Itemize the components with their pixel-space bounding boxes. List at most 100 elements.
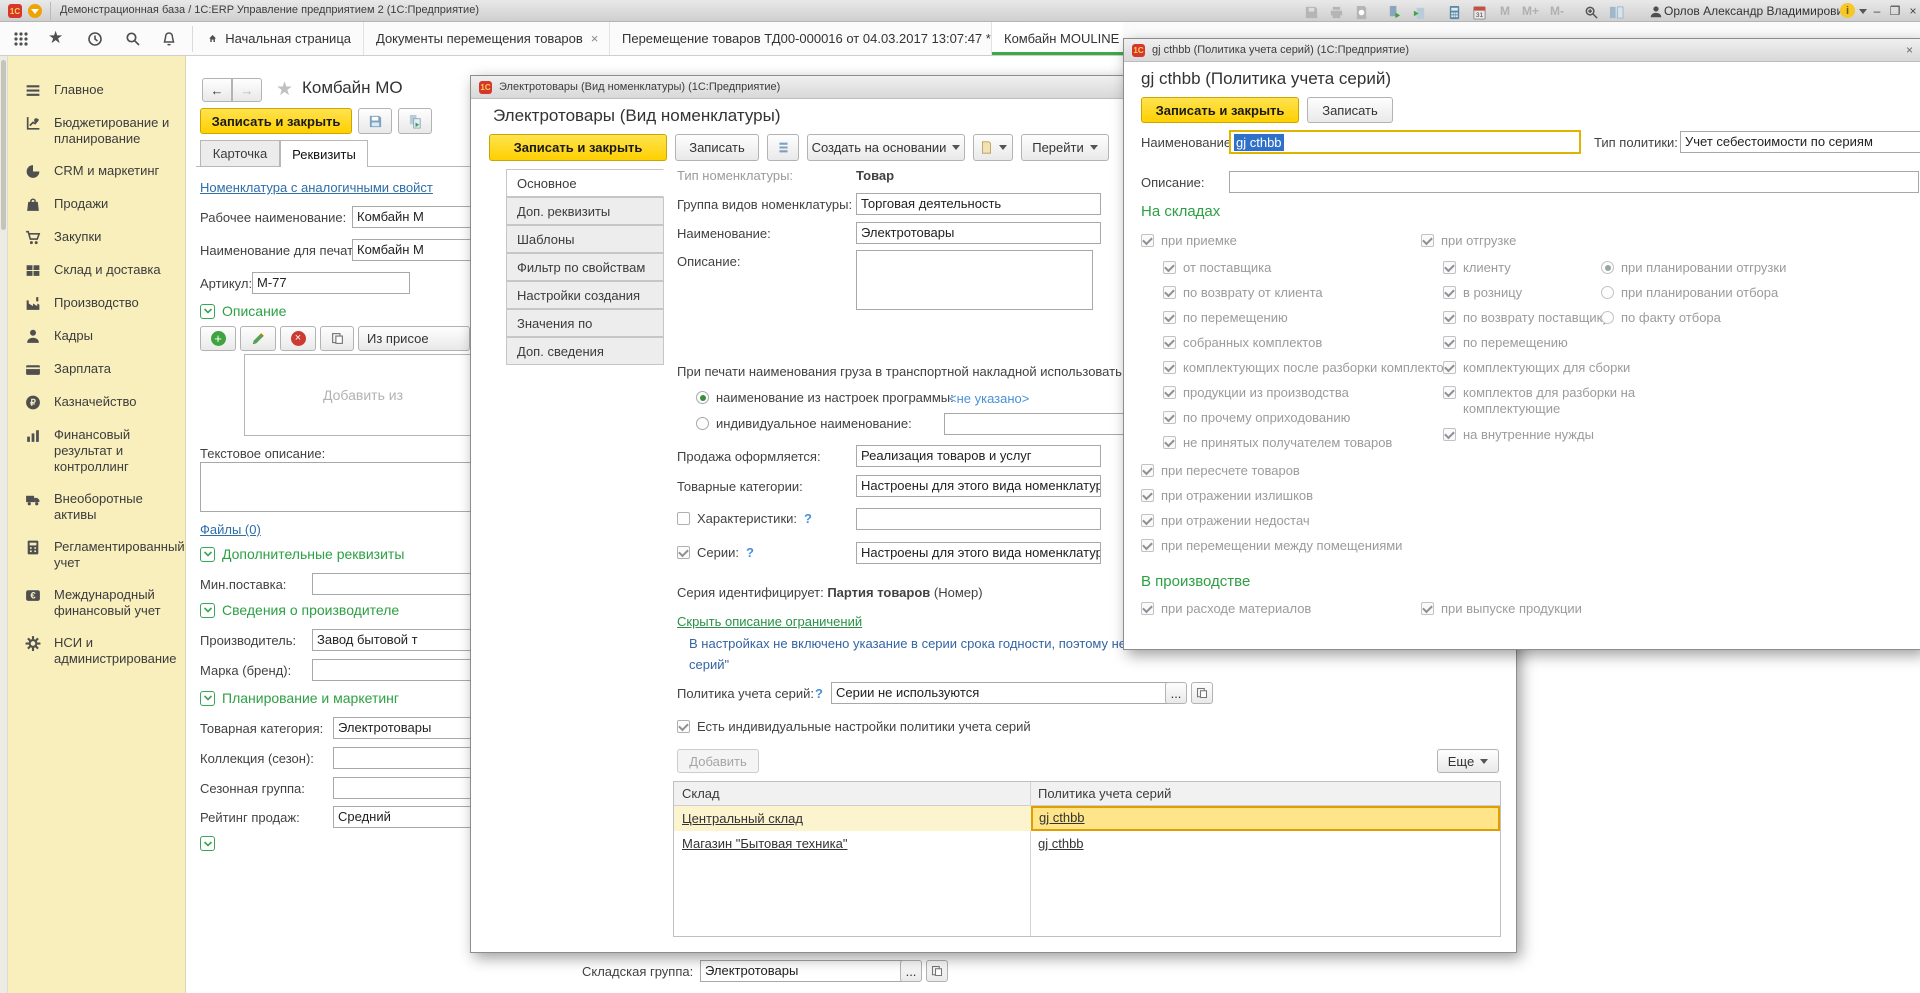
save-and-close-button[interactable]: Записать и закрыть (489, 134, 667, 161)
checkbox-by-transfer[interactable]: по перемещению (1163, 310, 1288, 325)
tab-goods-transfer-documents[interactable]: Документы перемещения товаров × (364, 22, 610, 55)
category-input[interactable]: Электротовары (333, 717, 480, 739)
split-view-icon[interactable] (1605, 0, 1627, 24)
checkbox-shortage-reflection[interactable]: при отражении недостач (1141, 513, 1310, 528)
sidebar-item-hr[interactable]: Кадры (8, 320, 186, 353)
checkbox-surplus-reflection[interactable]: при отражении излишков (1141, 488, 1313, 503)
sidebar-item-sales[interactable]: Продажи (8, 188, 186, 221)
series-input[interactable]: Настроены для этого вида номенклатуры (856, 542, 1101, 564)
tab-close-icon[interactable]: × (591, 31, 599, 46)
article-input[interactable]: М-77 (252, 272, 410, 294)
nav-item-property-filter[interactable]: Фильтр по свойствам (506, 253, 664, 281)
save-button[interactable] (358, 108, 392, 134)
save-and-close-button[interactable]: Записать и закрыть (1141, 97, 1299, 123)
checkbox-material-consumption[interactable]: при расходе материалов (1141, 601, 1311, 616)
checkbox-to-client[interactable]: клиенту (1443, 260, 1511, 275)
tab-card[interactable]: Карточка (200, 140, 280, 166)
print-name-input[interactable]: Комбайн М (352, 239, 478, 261)
files-link[interactable]: Файлы (0) (200, 522, 261, 537)
edit-image-button[interactable] (240, 326, 276, 351)
hide-restrictions-link[interactable]: Скрыть описание ограничений (677, 614, 862, 629)
create-based-on-button[interactable]: Создать на основании (807, 134, 965, 161)
checkbox-products-from-production[interactable]: продукции из производства (1163, 385, 1349, 400)
print-icon[interactable] (1325, 0, 1347, 24)
radio-program-name[interactable]: наименование из настроек программы: (696, 390, 954, 405)
policy-type-input[interactable]: Учет себестоимости по сериям (1680, 131, 1920, 153)
more-button[interactable]: Еще (1437, 749, 1499, 773)
from-attached-button[interactable]: Из присое (358, 326, 470, 351)
checkbox-goods-recount[interactable]: при пересчете товаров (1141, 463, 1300, 478)
not-specified-link[interactable]: <не указано> (949, 391, 1029, 406)
checkbox-return-from-client[interactable]: по возврату от клиента (1163, 285, 1323, 300)
favorite-star-icon[interactable]: ★ (276, 78, 293, 101)
tab-details[interactable]: Реквизиты (280, 140, 368, 167)
memory-mplus-button[interactable]: M+ (1522, 4, 1539, 18)
checkbox-on-shipment[interactable]: при отгрузке (1421, 233, 1516, 248)
sidebar-item-international-accounting[interactable]: € Международный финансовый учет (8, 579, 186, 627)
manufacturer-input[interactable]: Завод бытовой т (312, 629, 480, 651)
collection-input[interactable] (333, 747, 480, 769)
scrollbar-thumb[interactable] (1, 60, 6, 230)
goods-categories-input[interactable]: Настроены для этого вида номенклатуры (856, 475, 1101, 497)
column-header-warehouse[interactable]: Склад (682, 782, 720, 806)
tab-goods-transfer-td00-000016[interactable]: Перемещение товаров ТД00-000016 от 04.03… (610, 22, 992, 55)
series-policy-select-button[interactable]: ... (1165, 682, 1187, 704)
sidebar-item-warehouse[interactable]: Склад и доставка (8, 254, 186, 287)
sidebar-item-main[interactable]: Главное (8, 74, 186, 107)
zoom-icon[interactable] (1580, 0, 1602, 24)
delete-image-button[interactable]: × (280, 326, 316, 351)
help-icon[interactable]: ? (804, 511, 812, 526)
sidebar-item-crm[interactable]: CRM и маркетинг (8, 155, 186, 188)
radio-on-shipment-planning[interactable]: при планировании отгрузки (1601, 260, 1786, 275)
sales-rating-input[interactable]: Средний (333, 806, 480, 828)
memory-m-button[interactable]: M (1500, 4, 1510, 18)
paste-from-clipboard-icon[interactable] (1408, 0, 1430, 24)
forward-button[interactable]: → (232, 78, 262, 102)
checkbox-product-output[interactable]: при выпуске продукции (1421, 601, 1582, 616)
section-additional-attributes[interactable]: Дополнительные реквизиты (200, 546, 404, 562)
quick-menu-icon[interactable] (28, 4, 42, 18)
sidebar-item-production[interactable]: Производство (8, 287, 186, 320)
characteristics-input[interactable] (856, 508, 1101, 530)
radio-on-picking-fact[interactable]: по факту отбора (1601, 310, 1721, 325)
image-drop-area[interactable]: Добавить из (244, 354, 482, 436)
copy-image-button[interactable] (320, 326, 354, 351)
tools-menu-icon[interactable] (10, 27, 32, 51)
favorites-icon[interactable]: ★ (48, 28, 63, 48)
search-icon[interactable] (122, 27, 144, 51)
section-description[interactable]: Описание (200, 303, 286, 319)
help-icon[interactable]: ? (746, 545, 754, 560)
checkbox-transfer-between-premises[interactable]: при перемещении между помещениями (1141, 538, 1402, 553)
tab-kombain-mouline[interactable]: Комбайн MOULINE (992, 22, 1123, 55)
checkbox-return-to-supplier[interactable]: по возврату поставщику (1443, 310, 1609, 325)
sale-registered-input[interactable]: Реализация товаров и услуг (856, 445, 1101, 467)
warehouse-group-input[interactable]: Электротовары (700, 960, 906, 982)
policy-cell-link[interactable]: gj cthbb (1039, 810, 1085, 825)
brand-input[interactable] (312, 659, 480, 681)
save-and-close-button[interactable]: Записать и закрыть (200, 108, 352, 134)
min-supply-input[interactable] (312, 573, 480, 595)
sidebar-item-regulated-accounting[interactable]: Регламентированный учет (8, 531, 186, 579)
series-checkbox[interactable]: Серии: ? (677, 545, 754, 560)
checkbox-components-for-assembly[interactable]: комплектующих для сборки (1443, 360, 1630, 375)
policy-cell-link[interactable]: gj cthbb (1038, 831, 1084, 856)
checkbox-from-supplier[interactable]: от поставщика (1163, 260, 1271, 275)
name-input[interactable]: Электротовары (856, 222, 1101, 244)
warehouse-group-select-button[interactable]: ... (900, 960, 922, 982)
calculator-icon[interactable] (1443, 0, 1465, 24)
characteristics-checkbox[interactable]: Характеристики: ? (677, 511, 812, 526)
nav-item-name-templates[interactable]: Шаблоны наименований (506, 225, 664, 253)
checkbox-by-transfer-out[interactable]: по перемещению (1443, 335, 1568, 350)
add-image-button[interactable]: + (200, 326, 236, 351)
nav-item-additional-attributes[interactable]: Доп. реквизиты (506, 197, 664, 225)
name-input-focused[interactable]: gj cthbb (1229, 130, 1581, 154)
series-policy-open-button[interactable] (1191, 682, 1213, 704)
checkbox-retail[interactable]: в розницу (1443, 285, 1522, 300)
sidebar-item-treasury[interactable]: ₽ Казначейство (8, 386, 186, 419)
type-group-input[interactable]: Торговая деятельность (856, 193, 1101, 215)
individual-settings-checkbox[interactable]: Есть индивидуальные настройки политики у… (677, 719, 1031, 734)
close-button[interactable]: × (1902, 3, 1920, 19)
nav-item-creation-settings[interactable]: Настройки создания (506, 281, 664, 309)
add-row-button[interactable]: Добавить (677, 749, 759, 773)
copy-to-clipboard-icon[interactable] (1383, 0, 1405, 24)
